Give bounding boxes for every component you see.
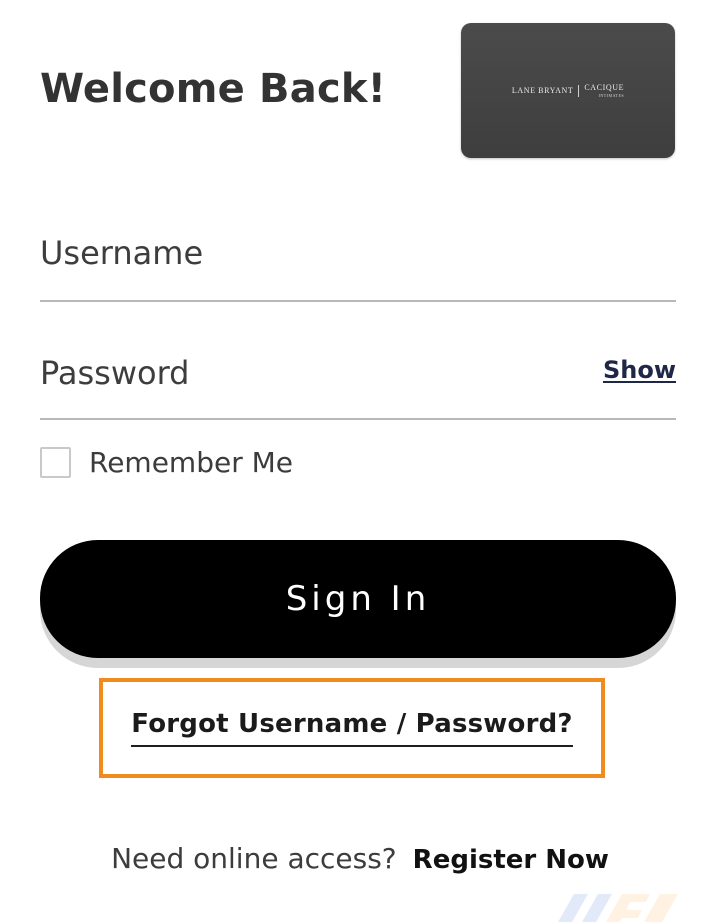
show-password-link[interactable]: Show: [603, 356, 676, 384]
brand-sub-text: INTIMATES: [598, 92, 625, 98]
logo-divider: [578, 84, 580, 97]
register-now-link[interactable]: Register Now: [413, 845, 609, 875]
need-online-access-text: Need online access?: [111, 842, 397, 875]
card-logo: LANE BRYANT CACIQUE INTIMATES: [461, 23, 675, 158]
remember-me-label: Remember Me: [89, 446, 293, 479]
watermark-icon: [558, 894, 678, 922]
forgot-highlight-box: Forgot Username / Password?: [99, 678, 605, 778]
brand-logo: LANE BRYANT CACIQUE INTIMATES: [511, 82, 625, 98]
brand-right-text: CACIQUE: [584, 82, 625, 92]
username-input[interactable]: [40, 226, 560, 280]
forgot-username-password-link[interactable]: Forgot Username / Password?: [131, 709, 573, 747]
brand-right-block: CACIQUE INTIMATES: [584, 82, 625, 98]
page-title: Welcome Back!: [40, 66, 387, 112]
register-row: Need online access? Register Now: [0, 842, 720, 875]
username-field-container: [40, 226, 676, 302]
password-input[interactable]: [40, 346, 560, 400]
remember-me-checkbox[interactable]: [40, 447, 71, 478]
brand-left-text: LANE BRYANT: [511, 86, 574, 95]
password-field-container: Show: [40, 346, 676, 420]
remember-me-row: Remember Me: [40, 446, 293, 479]
sign-in-button[interactable]: Sign In: [40, 540, 676, 658]
